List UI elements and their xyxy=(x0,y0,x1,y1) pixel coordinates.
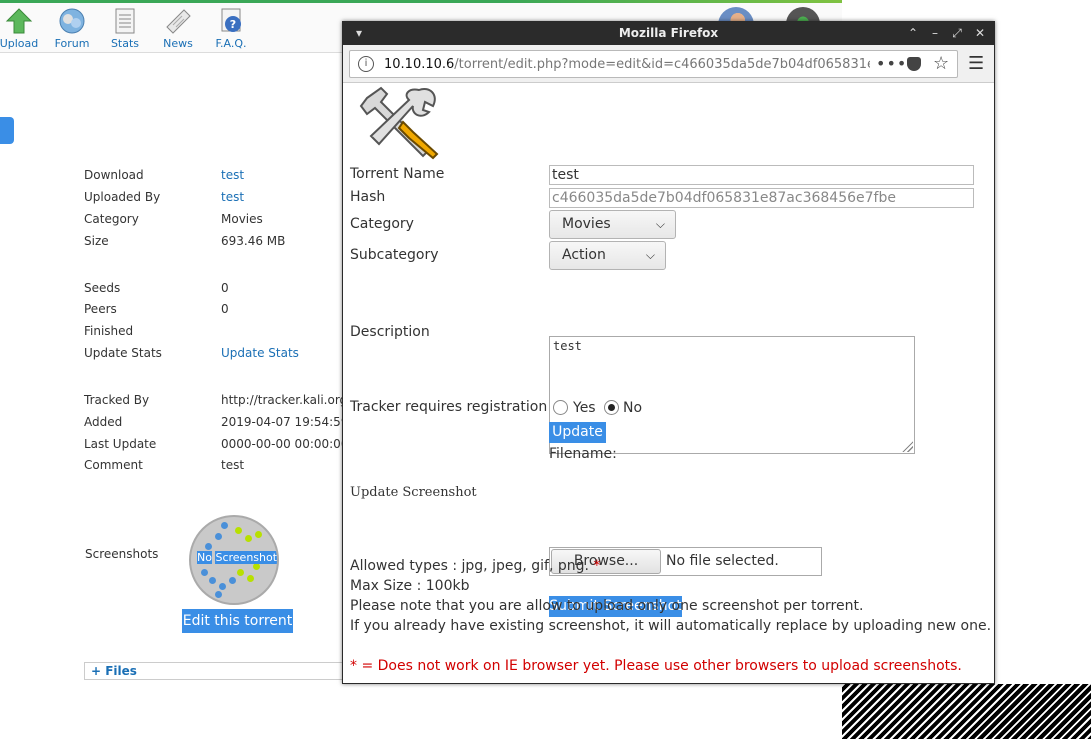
side-tab[interactable] xyxy=(0,117,14,144)
update-button[interactable]: Update xyxy=(549,422,606,443)
close-icon[interactable]: ✕ xyxy=(972,25,988,41)
nav-upload[interactable]: Upload xyxy=(0,7,41,50)
nav-stats-label: Stats xyxy=(110,37,140,50)
page-actions-icon[interactable]: ••• xyxy=(876,54,907,73)
detail-value: 0 xyxy=(221,302,229,316)
url-path: /torrent/edit.php?mode=edit&id=c466035da… xyxy=(454,57,870,72)
detail-value: Movies xyxy=(221,212,263,226)
allowed-types-note: Allowed types : jpg, jpeg, gif, png. * xyxy=(350,558,600,574)
hash-input[interactable]: c466035da5de7b04df065831e87ac368456e7fbe xyxy=(549,188,974,208)
edit-torrent-form: Torrent Name test Hash c466035da5de7b04d… xyxy=(343,84,994,683)
screenshots-label: Screenshots xyxy=(85,547,159,561)
max-size-note: Max Size : 100kb xyxy=(350,578,470,594)
nav-faq-label: F.A.Q. xyxy=(215,37,247,50)
required-asterisk: * xyxy=(593,558,601,574)
detail-key: Download xyxy=(84,168,144,182)
screenshot-word: Screenshot xyxy=(215,551,278,564)
download-link[interactable]: test xyxy=(221,168,244,182)
detail-key: Last Update xyxy=(84,437,157,451)
chevron-down-icon: ⌵ xyxy=(645,248,655,262)
detail-value: 0000-00-00 00:00:00 xyxy=(221,437,349,451)
nav-forum-label: Forum xyxy=(54,37,90,50)
nav-stats[interactable]: Stats xyxy=(103,7,147,50)
files-toggle[interactable]: + Files xyxy=(91,664,137,678)
replace-screenshot-note: If you already have existing screenshot,… xyxy=(350,618,992,634)
category-label: Category xyxy=(350,216,414,232)
chevron-down-icon: ⌵ xyxy=(655,217,665,231)
no-screenshot-text: No Screenshot xyxy=(197,551,277,564)
window-titlebar[interactable]: ▾ Mozilla Firefox ⌃ – ⤢ ✕ xyxy=(343,22,994,45)
shade-icon[interactable]: ⌃ xyxy=(905,25,921,41)
url-text[interactable]: 10.10.10.6/torrent/edit.php?mode=edit&id… xyxy=(384,57,870,72)
bookmark-star-icon[interactable]: ☆ xyxy=(933,53,949,74)
nav-forum[interactable]: Forum xyxy=(50,7,94,50)
no-word: No xyxy=(197,551,212,564)
detail-value: 693.46 MB xyxy=(221,234,286,248)
nav-news[interactable]: News xyxy=(156,7,200,50)
no-screenshot-placeholder: No Screenshot xyxy=(189,515,279,605)
filename-label: Filename: xyxy=(549,446,617,462)
detail-key: Added xyxy=(84,415,123,429)
svg-text:?: ? xyxy=(230,18,236,31)
forum-globe-icon xyxy=(59,8,85,34)
update-screenshot-label: Update Screenshot xyxy=(350,485,477,500)
allowed-types-text: Allowed types : jpg, jpeg, gif, png. xyxy=(350,558,589,574)
window-title: Mozilla Firefox xyxy=(618,26,719,40)
detail-key: Tracked By xyxy=(84,393,150,407)
update-stats-link[interactable]: Update Stats xyxy=(221,346,299,360)
detail-value: 0 xyxy=(221,281,229,295)
yes-label: Yes xyxy=(573,400,596,416)
nav-faq[interactable]: ? F.A.Q. xyxy=(209,7,253,50)
news-paper-icon xyxy=(166,9,191,34)
site-info-icon[interactable]: i xyxy=(358,56,374,72)
description-label: Description xyxy=(350,324,430,340)
one-screenshot-note: Please note that you are allow to upload… xyxy=(350,598,864,614)
ie-warning-note: * = Does not work on IE browser yet. Ple… xyxy=(350,658,962,674)
yes-radio[interactable] xyxy=(553,400,568,415)
category-select[interactable]: Movies ⌵ xyxy=(549,210,676,239)
resize-handle-icon[interactable] xyxy=(901,440,913,452)
uploader-link[interactable]: test xyxy=(221,190,244,204)
faq-question-icon: ? xyxy=(221,8,241,32)
edit-torrent-button[interactable]: Edit this torrent xyxy=(182,609,293,633)
subcategory-select[interactable]: Action ⌵ xyxy=(549,241,666,270)
detail-key: Comment xyxy=(84,458,143,472)
detail-key: Update Stats xyxy=(84,346,162,360)
url-host: 10.10.10.6 xyxy=(384,57,455,72)
torrent-name-input[interactable]: test xyxy=(549,165,974,185)
subcategory-label: Subcategory xyxy=(350,247,439,263)
detail-value: http://tracker.kali.org: xyxy=(221,393,352,407)
description-text: test xyxy=(553,339,582,353)
upload-arrow-icon xyxy=(5,8,33,34)
pocket-icon[interactable] xyxy=(907,57,921,71)
tracker-registration-label: Tracker requires registration xyxy=(350,399,548,415)
subcategory-select-value: Action xyxy=(562,247,606,263)
detail-key: Peers xyxy=(84,302,117,316)
nav-upload-label: Upload xyxy=(0,37,39,50)
files-section: + Files xyxy=(84,662,346,680)
category-select-value: Movies xyxy=(562,216,611,232)
detail-value: 2019-04-07 19:54:59 xyxy=(221,415,349,429)
hash-label: Hash xyxy=(350,189,386,205)
hamburger-menu-icon[interactable]: ☰ xyxy=(968,53,984,74)
detail-key: Seeds xyxy=(84,281,121,295)
detail-key: Finished xyxy=(84,324,134,338)
minimize-icon[interactable]: – xyxy=(927,25,943,41)
detail-key: Size xyxy=(84,234,109,248)
detail-key: Category xyxy=(84,212,139,226)
tools-logo-icon xyxy=(359,86,439,160)
file-status-text: No file selected. xyxy=(666,553,779,569)
no-label: No xyxy=(623,400,643,416)
stats-document-icon xyxy=(115,8,135,34)
detail-key: Uploaded By xyxy=(84,190,161,204)
no-radio[interactable] xyxy=(604,400,619,415)
torrent-name-label: Torrent Name xyxy=(350,166,445,182)
detail-value: test xyxy=(221,458,245,472)
maximize-icon[interactable]: ⤢ xyxy=(949,25,965,41)
nav-news-label: News xyxy=(163,37,193,50)
tracker-registration-radios: Yes No xyxy=(553,400,673,418)
firefox-window: ▾ Mozilla Firefox ⌃ – ⤢ ✕ i 10.10.10.6/t… xyxy=(342,21,995,684)
url-bar[interactable]: i 10.10.10.6/torrent/edit.php?mode=edit&… xyxy=(349,50,958,78)
navigation-bar: i 10.10.10.6/torrent/edit.php?mode=edit&… xyxy=(343,45,994,83)
